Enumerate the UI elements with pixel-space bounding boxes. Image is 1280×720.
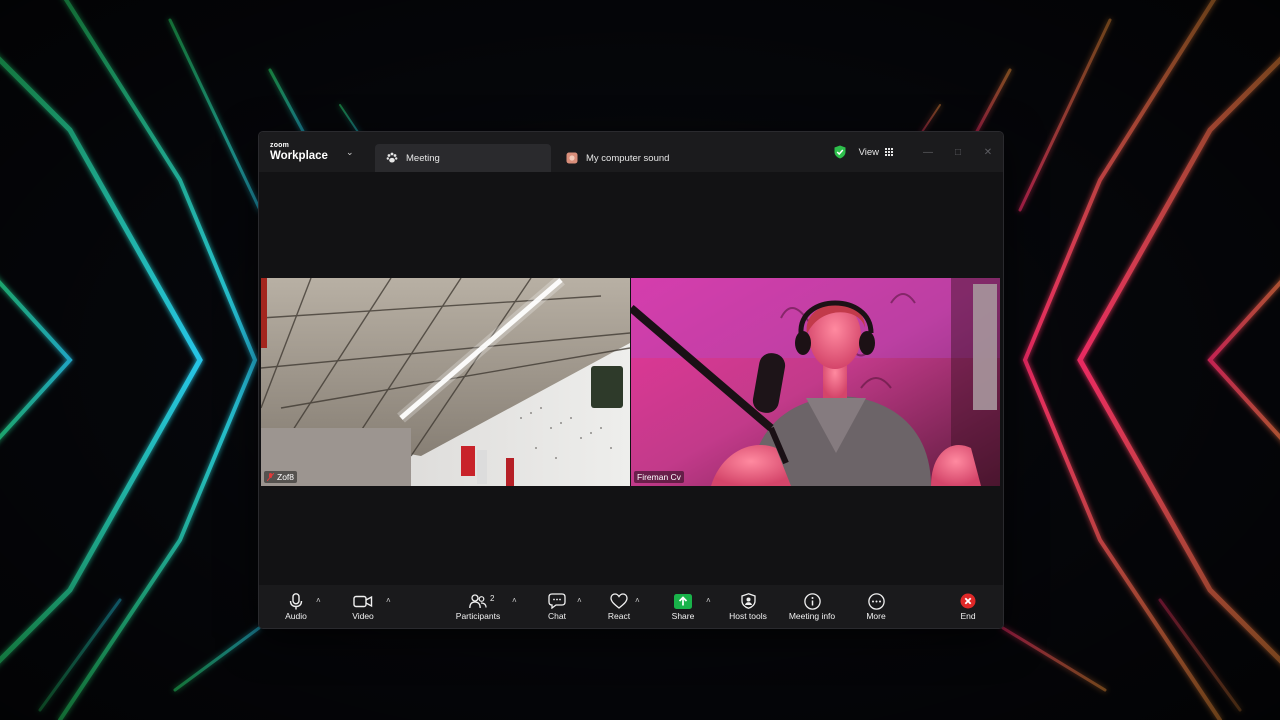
end-meeting-button[interactable]: End xyxy=(955,585,981,628)
muted-mic-icon xyxy=(267,473,274,481)
video-label: Video xyxy=(352,611,374,621)
maximize-button[interactable]: □ xyxy=(943,132,973,172)
garage-video-feed xyxy=(261,278,630,486)
meeting-info-button[interactable]: Meeting info xyxy=(784,585,840,628)
meeting-info-label: Meeting info xyxy=(788,611,836,621)
audio-label: Audio xyxy=(285,611,307,621)
host-tools-label: Host tools xyxy=(729,611,767,621)
audio-options-caret[interactable]: ˄ xyxy=(316,596,321,605)
participants-button[interactable]: Participants xyxy=(451,585,505,628)
participants-options-caret[interactable]: ˄ xyxy=(512,596,517,605)
microphone-icon xyxy=(286,592,306,610)
minimize-button[interactable]: — xyxy=(913,132,943,172)
chat-button[interactable]: Chat xyxy=(542,585,572,628)
chat-options-caret[interactable]: ˄ xyxy=(577,596,582,605)
more-button[interactable]: More xyxy=(861,585,891,628)
host-shield-icon xyxy=(738,592,758,610)
view-button[interactable]: View xyxy=(859,147,893,158)
meeting-toolbar: Audio ˄ Video ˄ Participants 2 ˄ Chat ˄ … xyxy=(259,585,1003,628)
logo-small-text: zoom xyxy=(270,141,290,149)
view-label: View xyxy=(858,146,879,158)
participant-name: Zof8 xyxy=(277,472,295,482)
react-options-caret[interactable]: ˄ xyxy=(635,596,640,605)
participants-icon xyxy=(468,592,488,610)
tab-my-computer-sound[interactable]: My computer sound xyxy=(555,144,731,172)
host-tools-button[interactable]: Host tools xyxy=(725,585,771,628)
tab-meeting[interactable]: Meeting xyxy=(375,144,551,172)
heart-icon xyxy=(609,592,629,610)
share-button[interactable]: Share xyxy=(668,585,698,628)
participant-name-tag: Zof8 xyxy=(264,471,298,483)
video-button[interactable]: Video xyxy=(346,585,380,628)
video-options-caret[interactable]: ˄ xyxy=(386,596,391,605)
participant-name-tag: Fireman Cv xyxy=(634,471,684,483)
paw-icon xyxy=(385,151,399,165)
tab-meeting-label: Meeting xyxy=(406,152,440,164)
title-bar: zoom Workplace ⌄ Meeting My computer sou… xyxy=(259,132,1003,172)
chat-label: Chat xyxy=(548,611,566,621)
logo-big-text: Workplace xyxy=(270,149,328,162)
react-button[interactable]: React xyxy=(604,585,634,628)
chat-icon xyxy=(547,592,567,610)
tab-sound-label: My computer sound xyxy=(586,152,670,164)
zoom-workplace-logo: zoom Workplace xyxy=(270,142,328,163)
share-label: Share xyxy=(671,611,695,621)
streamer-video-feed xyxy=(631,278,1000,486)
video-stage: Zof8 Fireman Cv xyxy=(259,172,1003,585)
share-options-caret[interactable]: ˄ xyxy=(706,596,711,605)
participants-label: Participants xyxy=(455,611,501,621)
end-call-icon xyxy=(958,592,978,610)
participant-name: Fireman Cv xyxy=(637,472,681,482)
more-icon xyxy=(866,592,886,610)
participants-count: 2 xyxy=(490,594,495,603)
share-screen-icon xyxy=(673,592,693,610)
video-camera-icon xyxy=(353,592,373,610)
encryption-shield-icon[interactable] xyxy=(833,145,847,159)
end-label: End xyxy=(960,611,976,621)
chevron-down-icon: ⌄ xyxy=(345,146,354,157)
react-label: React xyxy=(607,611,631,621)
sound-app-icon xyxy=(565,151,579,165)
participant-video-tile[interactable]: Zof8 xyxy=(261,278,630,486)
close-button[interactable]: ✕ xyxy=(973,132,1003,172)
info-icon xyxy=(802,592,822,610)
audio-button[interactable]: Audio xyxy=(279,585,313,628)
zoom-meeting-window: zoom Workplace ⌄ Meeting My computer sou… xyxy=(259,132,1003,628)
participant-video-tile[interactable]: Fireman Cv xyxy=(631,278,1000,486)
more-label: More xyxy=(866,611,886,621)
workplace-menu[interactable]: zoom Workplace ⌄ xyxy=(259,142,371,163)
grid-view-icon xyxy=(885,148,893,156)
